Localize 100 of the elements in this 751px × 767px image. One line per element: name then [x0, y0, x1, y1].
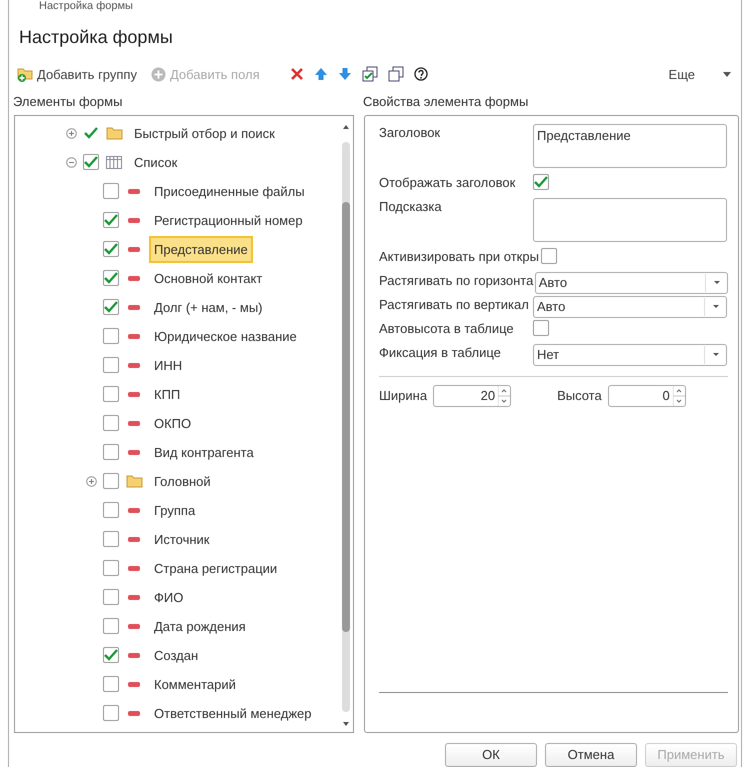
- text-area[interactable]: Представление: [533, 124, 727, 168]
- minus-icon: [128, 536, 140, 542]
- minus-icon: [128, 508, 140, 513]
- tree-item[interactable]: Присоединенные файлы: [149, 178, 310, 206]
- tree-item[interactable]: Комментарий: [149, 670, 241, 698]
- minus-icon: [128, 334, 140, 339]
- checkbox[interactable]: [103, 241, 119, 258]
- select-field[interactable]: Авто: [533, 296, 727, 318]
- checkbox[interactable]: [103, 386, 119, 402]
- field-label: Высота: [557, 387, 602, 406]
- checkbox[interactable]: [103, 473, 119, 490]
- minus-icon: [128, 566, 140, 571]
- checkbox[interactable]: [103, 415, 119, 432]
- minus-icon: [128, 624, 140, 629]
- more-menu-button[interactable]: Еще: [664, 62, 735, 86]
- caret-icon: [714, 281, 720, 284]
- table-icon: [106, 156, 122, 169]
- caret-icon: [723, 72, 731, 77]
- tree-item[interactable]: ИНН: [149, 352, 188, 380]
- tree-item[interactable]: ФИО: [149, 584, 188, 612]
- select-field[interactable]: Авто: [534, 272, 728, 294]
- tree-item[interactable]: Ответственный менеджер: [149, 700, 316, 728]
- checkbox[interactable]: [83, 154, 99, 170]
- minus-icon: [128, 710, 140, 716]
- tree-item[interactable]: ОКПО: [149, 410, 196, 438]
- folder-add-icon: [17, 66, 33, 82]
- minus-icon: [128, 652, 140, 658]
- check-all-icon[interactable]: [360, 64, 380, 84]
- folder-icon: [106, 126, 122, 140]
- checkbox[interactable]: [103, 647, 119, 664]
- tree-item[interactable]: Страна регистрации: [149, 554, 282, 582]
- field-label: Растягивать по горизонта: [379, 272, 534, 290]
- tree-item[interactable]: Список: [129, 148, 182, 176]
- minus-icon: [128, 362, 140, 368]
- checkbox[interactable]: [103, 676, 119, 692]
- checkbox[interactable]: [103, 444, 119, 460]
- checkbox[interactable]: [103, 560, 119, 576]
- expander-icon[interactable]: [86, 476, 96, 487]
- checkbox[interactable]: [103, 705, 119, 722]
- minus-icon: [128, 682, 140, 687]
- cancel-button[interactable]: Отмена: [545, 743, 637, 767]
- number-spinner[interactable]: 20: [433, 384, 512, 407]
- tree-item[interactable]: Источник: [149, 526, 214, 554]
- plus-circle-icon: [150, 66, 166, 82]
- field-label: Растягивать по вертикал: [379, 296, 530, 314]
- checkbox[interactable]: [103, 270, 119, 286]
- checkbox[interactable]: [533, 320, 549, 336]
- checkbox[interactable]: [540, 248, 557, 264]
- field-label: Автовысота в таблице: [379, 320, 515, 338]
- field-label: Ширина: [379, 387, 428, 406]
- tree-item[interactable]: Группа: [149, 496, 200, 524]
- checkbox[interactable]: [533, 174, 549, 190]
- field-label: Подсказка: [379, 198, 443, 216]
- minus-icon: [128, 246, 140, 252]
- text-area[interactable]: [533, 198, 727, 242]
- number-spinner[interactable]: 0: [608, 384, 686, 407]
- help-icon[interactable]: [412, 65, 430, 84]
- field-label: Активизировать при откры: [379, 248, 540, 266]
- checkbox[interactable]: [103, 618, 119, 634]
- uncheck-all-icon[interactable]: [386, 64, 406, 84]
- checkbox[interactable]: [103, 299, 119, 316]
- checkbox[interactable]: [103, 212, 119, 228]
- expander-icon[interactable]: [66, 128, 76, 139]
- section-title: Элементы формы: [13, 93, 124, 112]
- minus-icon: [128, 392, 140, 397]
- checkbox[interactable]: [103, 183, 119, 200]
- minus-icon: [128, 276, 140, 281]
- checkbox[interactable]: [103, 502, 119, 518]
- tree-item[interactable]: Регистрационный номер: [149, 206, 308, 234]
- add-group-button[interactable]: Добавить группу: [13, 62, 141, 86]
- folder-icon: [126, 474, 142, 488]
- field-label: Отображать заголовок: [379, 174, 516, 192]
- tree-item[interactable]: Быстрый отбор и поиск: [129, 120, 280, 148]
- caret-icon: [712, 353, 718, 356]
- tree-item[interactable]: Дата рождения: [149, 612, 251, 640]
- checkbox[interactable]: [103, 531, 119, 548]
- tree-item[interactable]: Вид контрагента: [149, 438, 259, 466]
- tree-item[interactable]: Основной контакт: [149, 264, 268, 292]
- tree-item[interactable]: Юридическое название: [149, 322, 302, 350]
- minus-icon: [128, 594, 140, 600]
- tree-item[interactable]: Долг (+ нам, - мы): [149, 294, 268, 322]
- window-title: Настройка формы: [38, 0, 134, 14]
- minus-icon: [128, 218, 140, 223]
- tree-item[interactable]: Представление: [149, 236, 253, 264]
- checkbox[interactable]: [103, 357, 119, 374]
- check-icon[interactable]: [83, 125, 99, 142]
- minus-icon: [128, 188, 140, 194]
- checkbox[interactable]: [103, 328, 119, 344]
- minus-icon: [128, 420, 140, 426]
- field-label: Заголовок: [379, 124, 442, 142]
- ok-button[interactable]: ОК: [445, 743, 537, 767]
- tree-item[interactable]: КПП: [149, 380, 186, 408]
- dialog-title: Настройка формы: [18, 26, 174, 49]
- section-title: Свойства элемента формы: [363, 93, 528, 112]
- tree-item[interactable]: Создан: [149, 642, 204, 670]
- tree-item[interactable]: Головной: [149, 468, 216, 496]
- checkbox[interactable]: [103, 589, 119, 606]
- field-label: Фиксация в таблице: [379, 344, 502, 362]
- select-field[interactable]: Нет: [533, 344, 727, 366]
- expander-icon[interactable]: [66, 156, 76, 168]
